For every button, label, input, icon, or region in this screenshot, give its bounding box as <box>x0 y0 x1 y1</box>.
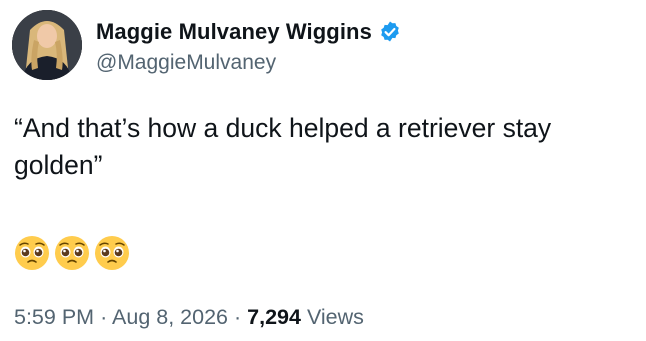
pleading-face-emoji-icon <box>95 236 129 270</box>
tweet-text: “And that’s how a duck helped a retrieve… <box>14 113 559 180</box>
author-display-name[interactable]: Maggie Mulvaney Wiggins <box>96 19 372 45</box>
meta-separator: · <box>100 305 108 329</box>
meta-separator: · <box>233 305 242 329</box>
tweet-meta: 5:59 PM · Aug 8, 2026 · 7,294 Views <box>14 303 364 331</box>
name-row: Maggie Mulvaney Wiggins <box>96 16 402 48</box>
tweet-time[interactable]: 5:59 PM <box>14 305 94 329</box>
pleading-face-emoji-icon <box>15 236 49 270</box>
tweet-header: Maggie Mulvaney Wiggins @MaggieMulvaney <box>12 10 402 80</box>
pleading-face-emoji-icon <box>55 236 89 270</box>
emoji-row <box>13 234 133 272</box>
author-handle[interactable]: @MaggieMulvaney <box>96 50 402 76</box>
views-count: 7,294 <box>247 305 301 329</box>
avatar[interactable] <box>12 10 82 80</box>
tweet-card: Maggie Mulvaney Wiggins @MaggieMulvaney … <box>0 0 646 341</box>
verified-badge-icon[interactable] <box>378 20 402 44</box>
tweet-date[interactable]: Aug 8, 2026 <box>112 305 228 329</box>
views-label: Views <box>306 305 364 329</box>
author-identity: Maggie Mulvaney Wiggins @MaggieMulvaney <box>96 16 402 76</box>
